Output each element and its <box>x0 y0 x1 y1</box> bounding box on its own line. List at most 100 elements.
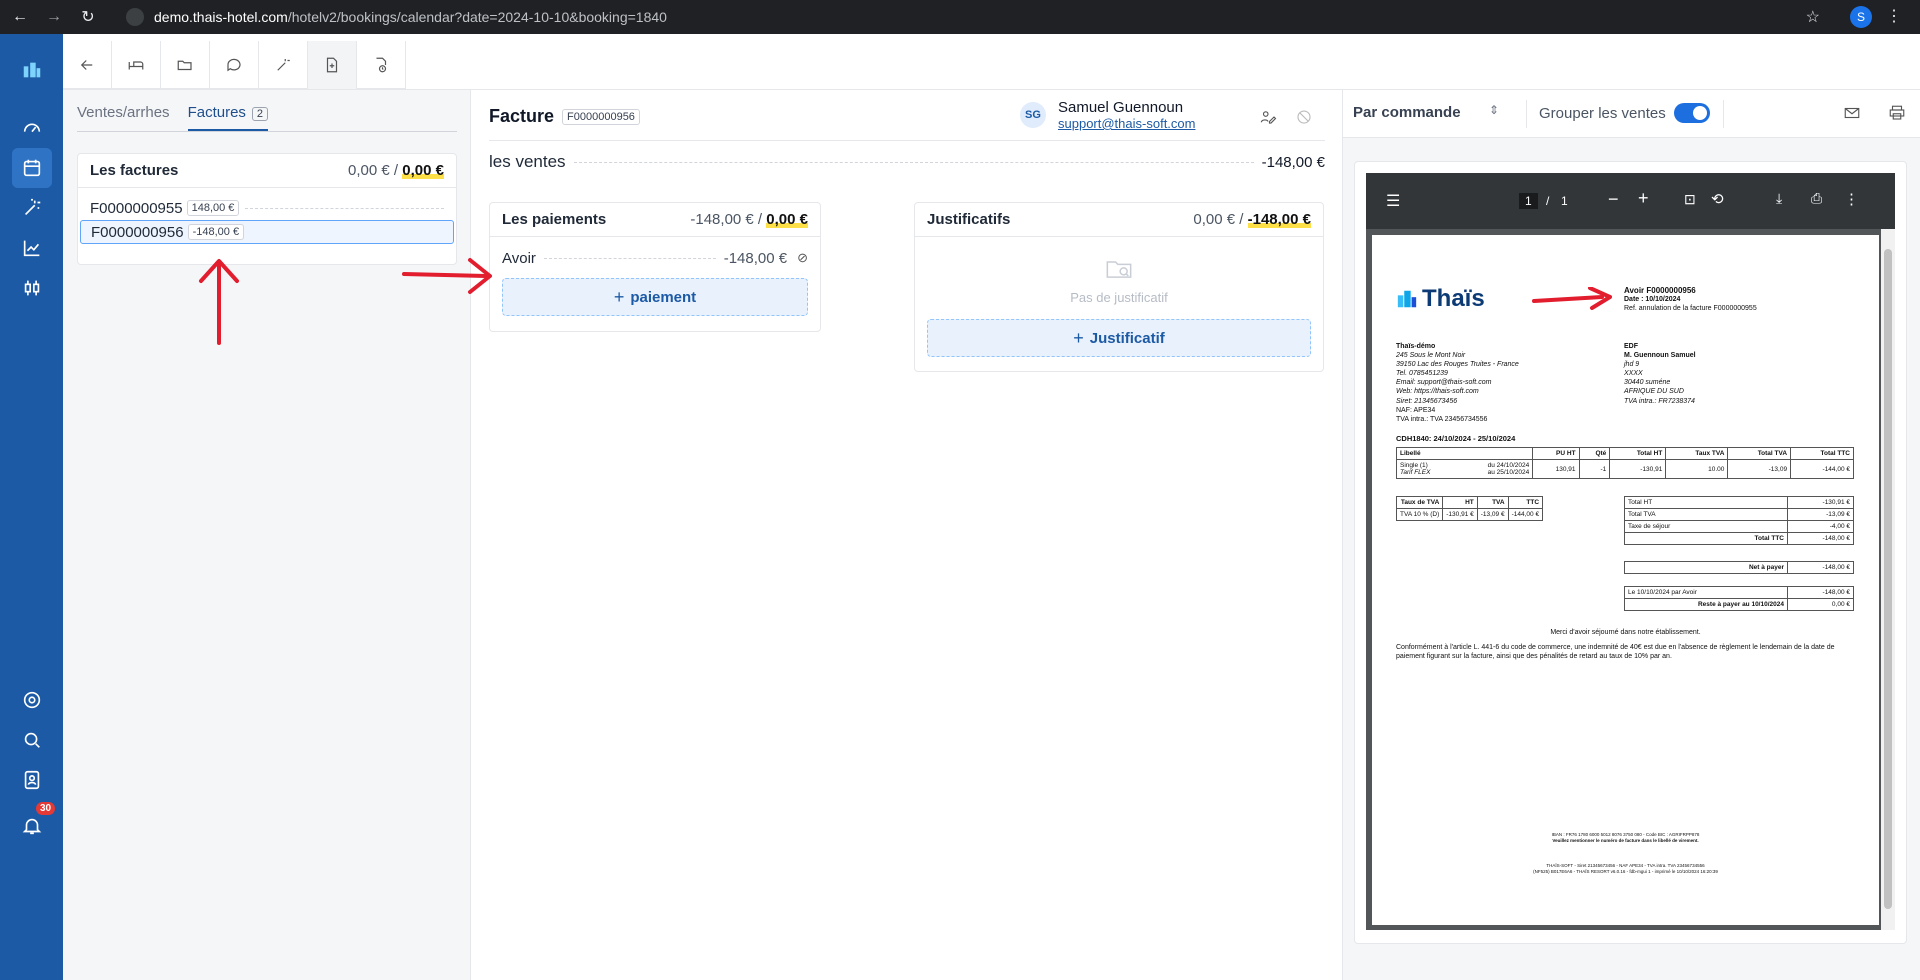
pdf-tva-cell: -130,91 € <box>1442 508 1478 521</box>
pdf-stay: CDH1840: 24/10/2024 - 25/10/2024 <box>1396 434 1516 443</box>
add-justificatif-button[interactable]: + Justificatif <box>927 319 1311 357</box>
email-button[interactable] <box>1843 104 1863 124</box>
divider <box>1723 100 1724 128</box>
invoice-detail: Facture F0000000956 SG Samuel Guennoun s… <box>471 90 1343 980</box>
pdf-buyer-line: XXXX <box>1624 370 1643 378</box>
tab-factures[interactable]: Factures 2 <box>187 104 269 131</box>
pdf-buyer-block: EDF M. Guennoun Samuel jhd 9 XXXX 30440 sumé… <box>1624 342 1696 406</box>
history-file-icon <box>376 57 387 73</box>
pdf-more-icon[interactable]: ⋮ <box>1844 190 1859 208</box>
pdf-tva-header: Taux de TVA <box>1395 496 1444 509</box>
justificatifs-amount: 0,00 € / -148,00 € <box>1193 211 1311 228</box>
invoice-row-selected[interactable]: F0000000956 -148,00 € <box>80 220 454 244</box>
invoices-card: Les factures 0,00 € / 0,00 € F0000000955… <box>77 153 457 265</box>
payments-card: Les paiements -148,00 € / 0,00 € Avoir -… <box>489 202 821 332</box>
settings-sliders-icon[interactable] <box>12 268 52 308</box>
user-email-link[interactable]: support@thais-soft.com <box>1058 116 1195 131</box>
ventes-amount: -148,00 € <box>1261 153 1325 171</box>
invoices-paid: 0,00 € <box>348 162 390 179</box>
grouping-select[interactable]: Par commande <box>1353 104 1461 121</box>
pdf-scroll-thumb[interactable] <box>1884 249 1892 909</box>
pdf-total-label: Total TVA <box>1624 508 1788 521</box>
cancel-invoice-button[interactable] <box>1295 108 1315 128</box>
select-arrows-icon: ⇕ <box>1489 103 1500 117</box>
pdf-doc-info: Avoir F0000000956 Date : 10/10/2024 Ref.… <box>1624 286 1757 314</box>
folder-button[interactable] <box>161 41 210 89</box>
pdf-rest-value: 0,00 € <box>1787 598 1854 611</box>
invoice-button[interactable] <box>308 41 357 89</box>
search-icon[interactable] <box>12 720 52 760</box>
print-button[interactable] <box>1888 104 1908 124</box>
divider <box>1526 100 1527 128</box>
stats-chart-icon[interactable] <box>12 228 52 268</box>
chat-button[interactable] <box>210 41 259 89</box>
add-payment-button[interactable]: + paiement <box>502 278 808 316</box>
download-icon[interactable]: ⤓ <box>1776 190 1782 207</box>
pdf-doc-ref: Ref. annulation de la facture F000000095… <box>1624 304 1757 312</box>
app-logo[interactable] <box>12 50 52 90</box>
header-divider <box>489 140 1325 141</box>
pdf-net-label: Net à payer <box>1624 561 1788 574</box>
back-arrow-icon[interactable]: ← <box>6 8 34 26</box>
reload-icon[interactable]: ↻ <box>74 7 102 27</box>
notifications-bell-icon[interactable]: 30 <box>12 802 56 846</box>
notifications-badge: 30 <box>36 802 56 815</box>
ventes-row[interactable]: les ventes -148,00 € <box>489 152 1325 172</box>
help-lifebuoy-icon[interactable] <box>12 680 52 720</box>
address-bar[interactable]: demo.thais-hotel.com/hotelv2/bookings/ca… <box>126 4 1806 30</box>
history-button[interactable] <box>357 41 406 89</box>
url-host: demo.thais-hotel.com <box>154 9 288 25</box>
bookmark-star-icon[interactable]: ☆ <box>1806 7 1820 27</box>
app-sidebar: 30 <box>0 34 63 980</box>
add-justificatif-label: Justificatif <box>1089 329 1165 347</box>
tab-ventes-arrhes[interactable]: Ventes/arrhes <box>77 104 170 131</box>
tabs-divider <box>77 131 457 132</box>
group-sales-toggle[interactable] <box>1674 103 1710 123</box>
zoom-in-icon[interactable]: + <box>1638 188 1649 209</box>
pdf-line-cell: -1 <box>1578 459 1611 479</box>
justificatifs-title: Justificatifs <box>927 211 1011 228</box>
pdf-tva-cell: -13,09 € <box>1476 508 1509 521</box>
ventes-label: les ventes <box>489 152 566 171</box>
pdf-page-input[interactable]: 1 <box>1519 193 1538 209</box>
invoice-title-label: Facture <box>489 106 555 126</box>
invoice-amount-badge: -148,00 € <box>187 224 245 240</box>
pdf-print-icon[interactable]: ⎙ <box>1811 190 1822 207</box>
zoom-out-icon[interactable]: − <box>1608 189 1619 210</box>
site-info-icon[interactable] <box>126 8 144 26</box>
dotted-leader <box>543 257 716 259</box>
profile-avatar[interactable]: S <box>1850 6 1872 28</box>
fit-page-icon[interactable]: ⊡ <box>1684 191 1696 208</box>
browser-menu-icon[interactable]: ⋮ <box>1886 6 1902 26</box>
block-icon <box>1297 110 1311 124</box>
wand-button[interactable] <box>259 41 308 89</box>
pdf-paid-label: Le 10/10/2024 par Avoir <box>1624 586 1788 599</box>
pdf-seller-line: Thaïs-démo <box>1396 343 1436 350</box>
edit-user-icon <box>1260 111 1277 124</box>
pdf-brand: Thaïs <box>1422 285 1485 312</box>
invoices-card-amount: 0,00 € / 0,00 € <box>348 162 444 179</box>
edit-client-button[interactable] <box>1259 108 1279 128</box>
forward-arrow-icon[interactable]: → <box>40 8 68 26</box>
pdf-lines-table: Libellé PU HT Qté Total HT Taux TVA Total TVA… <box>1395 447 1854 479</box>
payment-cancel-icon[interactable]: ⊘ <box>797 250 808 266</box>
calendar-icon[interactable] <box>12 148 52 188</box>
invoice-number-badge: F0000000956 <box>562 108 640 125</box>
invoice-row[interactable]: F0000000955 148,00 € <box>80 196 454 220</box>
payment-row[interactable]: Avoir -148,00 € ⊘ <box>492 246 818 270</box>
rotate-icon[interactable]: ⟲ <box>1711 190 1724 208</box>
pdf-menu-icon[interactable]: ☰ <box>1386 191 1400 211</box>
pdf-doc-date: Date : 10/10/2024 <box>1624 296 1681 303</box>
pdf-viewer[interactable]: ☰ 1 / 1 − + ⊡ ⟲ ⤓ ⎙ ⋮ Thaïs Avoir F00000… <box>1366 173 1895 930</box>
magic-wand-icon[interactable] <box>12 188 52 228</box>
pdf-legal: Conformément à l'article L. 441-6 du cod… <box>1396 644 1835 661</box>
pdf-buyer-line: 30440 suméne <box>1624 379 1671 387</box>
plus-icon: + <box>613 286 625 307</box>
contacts-book-icon[interactable] <box>12 760 52 800</box>
back-button[interactable] <box>63 41 112 89</box>
pdf-seller-block: Thaïs-démo 245 Sous le Mont Noir 39150 Lac… <box>1396 342 1519 424</box>
pdf-line-cell: 10.00 <box>1665 459 1729 479</box>
room-button[interactable] <box>112 41 161 89</box>
pdf-thanks: Merci d'avoir séjourné dans notre établi… <box>1550 629 1701 636</box>
dashboard-icon[interactable] <box>12 108 52 148</box>
